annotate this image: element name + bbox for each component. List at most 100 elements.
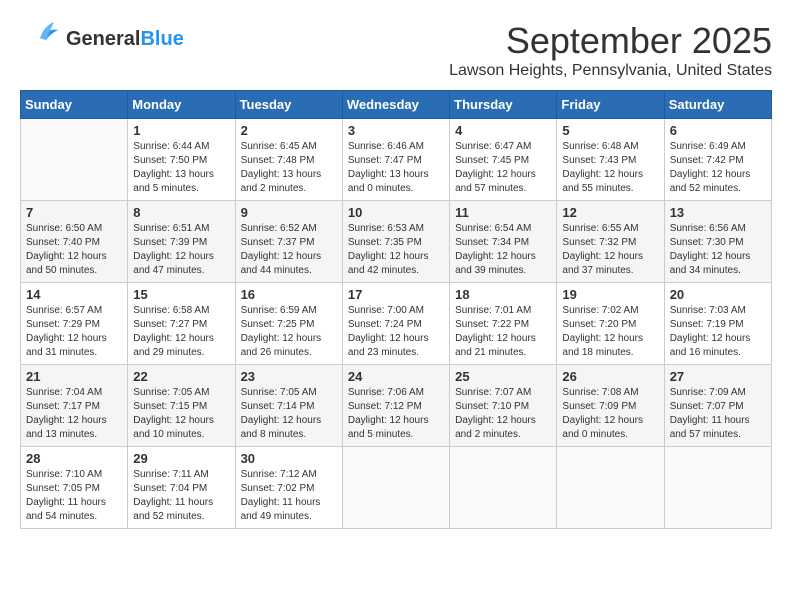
- day-info: Sunrise: 6:48 AMSunset: 7:43 PMDaylight:…: [562, 140, 658, 196]
- calendar-cell: [664, 447, 771, 529]
- day-number: 1: [133, 123, 229, 138]
- day-number: 24: [348, 369, 444, 384]
- calendar-cell: 30 Sunrise: 7:12 AMSunset: 7:02 PMDayligh…: [235, 447, 342, 529]
- day-info: Sunrise: 6:54 AMSunset: 7:34 PMDaylight:…: [455, 222, 551, 278]
- weekday-header-saturday: Saturday: [664, 91, 771, 119]
- calendar-cell: 24 Sunrise: 7:06 AMSunset: 7:12 PMDayligh…: [342, 365, 449, 447]
- calendar-cell: [21, 119, 128, 201]
- weekday-header-tuesday: Tuesday: [235, 91, 342, 119]
- calendar-week-row: 14 Sunrise: 6:57 AMSunset: 7:29 PMDayligh…: [21, 283, 772, 365]
- calendar-cell: 29 Sunrise: 7:11 AMSunset: 7:04 PMDayligh…: [128, 447, 235, 529]
- calendar-cell: 1 Sunrise: 6:44 AMSunset: 7:50 PMDaylight…: [128, 119, 235, 201]
- day-info: Sunrise: 6:46 AMSunset: 7:47 PMDaylight:…: [348, 140, 444, 196]
- calendar-cell: [557, 447, 664, 529]
- day-info: Sunrise: 6:59 AMSunset: 7:25 PMDaylight:…: [241, 304, 337, 360]
- day-number: 16: [241, 287, 337, 302]
- calendar-cell: 26 Sunrise: 7:08 AMSunset: 7:09 PMDayligh…: [557, 365, 664, 447]
- title-area: September 2025 Lawson Heights, Pennsylva…: [449, 20, 772, 80]
- day-number: 14: [26, 287, 122, 302]
- calendar-cell: 25 Sunrise: 7:07 AMSunset: 7:10 PMDayligh…: [450, 365, 557, 447]
- calendar-cell: 20Sunrise: 7:03 AMSunset: 7:19 PMDayligh…: [664, 283, 771, 365]
- day-info: Sunrise: 6:47 AMSunset: 7:45 PMDaylight:…: [455, 140, 551, 196]
- day-number: 15: [133, 287, 229, 302]
- day-info: Sunrise: 6:50 AMSunset: 7:40 PMDaylight:…: [26, 222, 122, 278]
- day-info: Sunrise: 6:57 AMSunset: 7:29 PMDaylight:…: [26, 304, 122, 360]
- day-info: Sunrise: 7:01 AMSunset: 7:22 PMDaylight:…: [455, 304, 551, 360]
- day-info: Sunrise: 7:08 AMSunset: 7:09 PMDaylight:…: [562, 386, 658, 442]
- calendar-cell: 5Sunrise: 6:48 AMSunset: 7:43 PMDaylight…: [557, 119, 664, 201]
- calendar-week-row: 28 Sunrise: 7:10 AMSunset: 7:05 PMDayligh…: [21, 447, 772, 529]
- day-info: Sunrise: 6:52 AMSunset: 7:37 PMDaylight:…: [241, 222, 337, 278]
- calendar-cell: 16 Sunrise: 6:59 AMSunset: 7:25 PMDayligh…: [235, 283, 342, 365]
- weekday-header-wednesday: Wednesday: [342, 91, 449, 119]
- day-number: 29: [133, 451, 229, 466]
- weekday-header-monday: Monday: [128, 91, 235, 119]
- day-info: Sunrise: 7:06 AMSunset: 7:12 PMDaylight:…: [348, 386, 444, 442]
- day-info: Sunrise: 7:09 AMSunset: 7:07 PMDaylight:…: [670, 386, 766, 442]
- day-number: 2: [241, 123, 337, 138]
- day-number: 21: [26, 369, 122, 384]
- calendar-cell: 23 Sunrise: 7:05 AMSunset: 7:14 PMDayligh…: [235, 365, 342, 447]
- logo-general: General: [66, 28, 140, 50]
- day-info: Sunrise: 7:11 AMSunset: 7:04 PMDaylight:…: [133, 468, 229, 524]
- day-number: 17: [348, 287, 444, 302]
- calendar-cell: 28 Sunrise: 7:10 AMSunset: 7:05 PMDayligh…: [21, 447, 128, 529]
- day-number: 23: [241, 369, 337, 384]
- calendar-cell: 27Sunrise: 7:09 AMSunset: 7:07 PMDayligh…: [664, 365, 771, 447]
- day-number: 4: [455, 123, 551, 138]
- calendar-cell: 18 Sunrise: 7:01 AMSunset: 7:22 PMDayligh…: [450, 283, 557, 365]
- calendar-cell: 22 Sunrise: 7:05 AMSunset: 7:15 PMDayligh…: [128, 365, 235, 447]
- day-info: Sunrise: 6:55 AMSunset: 7:32 PMDaylight:…: [562, 222, 658, 278]
- calendar-week-row: 1 Sunrise: 6:44 AMSunset: 7:50 PMDaylight…: [21, 119, 772, 201]
- day-info: Sunrise: 7:04 AMSunset: 7:17 PMDaylight:…: [26, 386, 122, 442]
- weekday-header-sunday: Sunday: [21, 91, 128, 119]
- day-info: Sunrise: 7:05 AMSunset: 7:15 PMDaylight:…: [133, 386, 229, 442]
- calendar-cell: 10 Sunrise: 6:53 AMSunset: 7:35 PMDayligh…: [342, 201, 449, 283]
- calendar-week-row: 7 Sunrise: 6:50 AMSunset: 7:40 PMDaylight…: [21, 201, 772, 283]
- day-info: Sunrise: 6:53 AMSunset: 7:35 PMDaylight:…: [348, 222, 444, 278]
- calendar-cell: 7 Sunrise: 6:50 AMSunset: 7:40 PMDaylight…: [21, 201, 128, 283]
- day-number: 7: [26, 205, 122, 220]
- day-number: 19: [562, 287, 658, 302]
- page-header: GeneralBlue September 2025 Lawson Height…: [20, 20, 772, 80]
- day-number: 13: [670, 205, 766, 220]
- day-info: Sunrise: 7:07 AMSunset: 7:10 PMDaylight:…: [455, 386, 551, 442]
- day-number: 9: [241, 205, 337, 220]
- location: Lawson Heights, Pennsylvania, United Sta…: [449, 62, 772, 80]
- day-info: Sunrise: 6:56 AMSunset: 7:30 PMDaylight:…: [670, 222, 766, 278]
- day-number: 25: [455, 369, 551, 384]
- day-info: Sunrise: 6:49 AMSunset: 7:42 PMDaylight:…: [670, 140, 766, 196]
- day-number: 3: [348, 123, 444, 138]
- day-number: 28: [26, 451, 122, 466]
- day-info: Sunrise: 7:05 AMSunset: 7:14 PMDaylight:…: [241, 386, 337, 442]
- calendar-cell: 3 Sunrise: 6:46 AMSunset: 7:47 PMDaylight…: [342, 119, 449, 201]
- day-info: Sunrise: 7:12 AMSunset: 7:02 PMDaylight:…: [241, 468, 337, 524]
- calendar-cell: [342, 447, 449, 529]
- day-number: 30: [241, 451, 337, 466]
- calendar-cell: 21 Sunrise: 7:04 AMSunset: 7:17 PMDayligh…: [21, 365, 128, 447]
- day-number: 10: [348, 205, 444, 220]
- day-number: 18: [455, 287, 551, 302]
- day-info: Sunrise: 6:58 AMSunset: 7:27 PMDaylight:…: [133, 304, 229, 360]
- calendar-week-row: 21 Sunrise: 7:04 AMSunset: 7:17 PMDayligh…: [21, 365, 772, 447]
- day-info: Sunrise: 6:44 AMSunset: 7:50 PMDaylight:…: [133, 140, 229, 196]
- calendar-header-row: SundayMondayTuesdayWednesdayThursdayFrid…: [21, 91, 772, 119]
- calendar-cell: 14 Sunrise: 6:57 AMSunset: 7:29 PMDayligh…: [21, 283, 128, 365]
- day-number: 22: [133, 369, 229, 384]
- calendar-cell: 17Sunrise: 7:00 AMSunset: 7:24 PMDayligh…: [342, 283, 449, 365]
- weekday-header-thursday: Thursday: [450, 91, 557, 119]
- calendar-cell: 15 Sunrise: 6:58 AMSunset: 7:27 PMDayligh…: [128, 283, 235, 365]
- day-number: 26: [562, 369, 658, 384]
- calendar-cell: 11Sunrise: 6:54 AMSunset: 7:34 PMDayligh…: [450, 201, 557, 283]
- calendar-cell: 8Sunrise: 6:51 AMSunset: 7:39 PMDaylight…: [128, 201, 235, 283]
- weekday-header-friday: Friday: [557, 91, 664, 119]
- logo-bird-icon: [20, 20, 62, 58]
- calendar-cell: 2Sunrise: 6:45 AMSunset: 7:48 PMDaylight…: [235, 119, 342, 201]
- calendar-cell: 19Sunrise: 7:02 AMSunset: 7:20 PMDayligh…: [557, 283, 664, 365]
- day-number: 12: [562, 205, 658, 220]
- calendar-cell: 6Sunrise: 6:49 AMSunset: 7:42 PMDaylight…: [664, 119, 771, 201]
- day-info: Sunrise: 7:10 AMSunset: 7:05 PMDaylight:…: [26, 468, 122, 524]
- logo: GeneralBlue: [20, 20, 184, 58]
- calendar-cell: 12 Sunrise: 6:55 AMSunset: 7:32 PMDayligh…: [557, 201, 664, 283]
- day-number: 20: [670, 287, 766, 302]
